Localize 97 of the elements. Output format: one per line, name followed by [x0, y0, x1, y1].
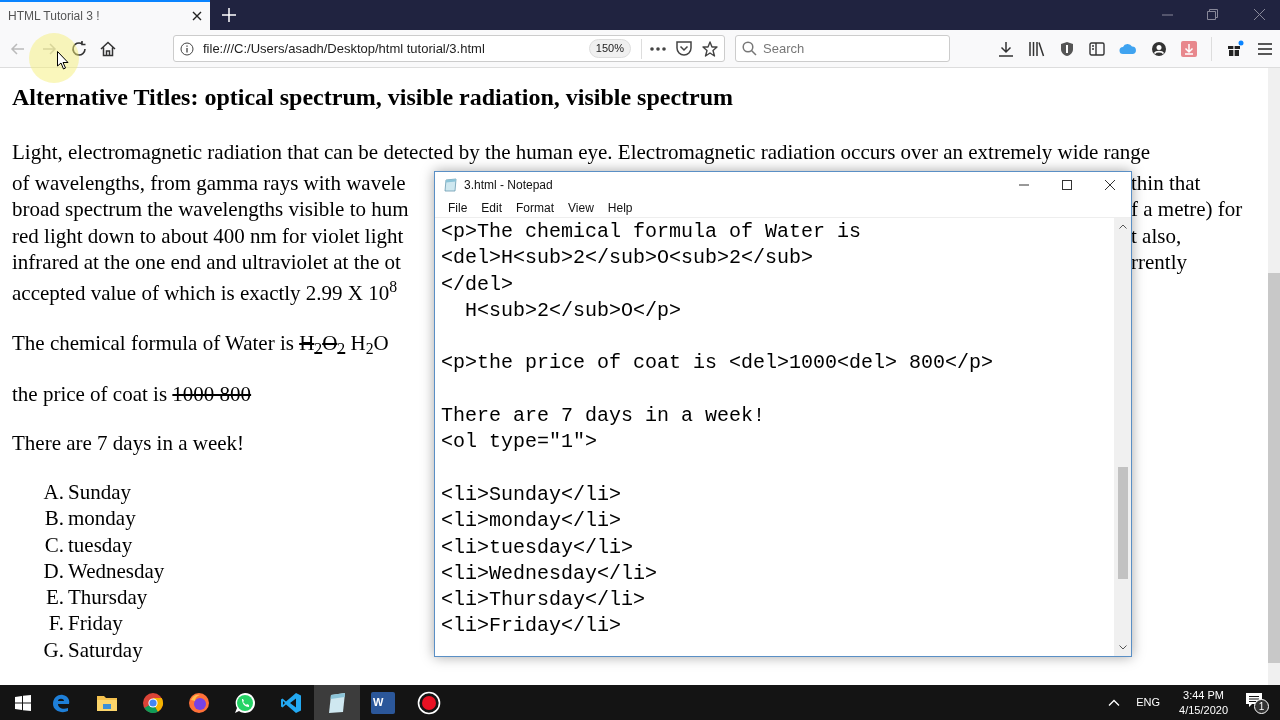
download-icon[interactable]	[998, 40, 1014, 57]
paragraph-text: accepted value of which is exactly 2.99 X 10$^{8}$	[12, 280, 398, 305]
library-icon[interactable]	[1028, 40, 1045, 57]
paragraph-text: of wavelengths, from gamma rays with wavele	[12, 170, 406, 195]
search-field[interactable]: Search	[763, 38, 933, 59]
clock[interactable]: 3:44 PM 4/15/2020	[1179, 687, 1228, 718]
days-text: There are 7 days in a week!	[12, 430, 245, 456]
menu-icon[interactable]	[1258, 42, 1272, 55]
paragraph-text: Light, electromagnetic radiation that can be detected by the human eye. Electromagnetic radiation occurs over an extremely wide range	[12, 140, 1151, 164]
taskbar-app[interactable]	[314, 685, 360, 720]
page-heading: Alternative Titles: optical spectrum, visible radiation, visible spectrum	[12, 83, 735, 112]
paragraph-text: broad spectrum the wavelengths visible to hum	[12, 197, 409, 221]
list-marker: C.	[43, 531, 64, 558]
page-scrollbar[interactable]	[1268, 68, 1280, 685]
list-item: Saturday	[68, 636, 143, 664]
code-line: <li>tuesday</li>	[441, 534, 634, 561]
paragraph-text: thin that	[1131, 169, 1201, 196]
code-line: There are 7 days in a week!	[441, 403, 766, 430]
code-line: <p>The chemical formula of Water is	[441, 219, 862, 245]
browser-icon	[188, 691, 210, 714]
chat-icon	[234, 691, 256, 714]
code-line: </del>	[441, 271, 513, 298]
code-editor-icon	[280, 691, 302, 714]
taskbar-app[interactable]: W	[360, 685, 406, 720]
scroll-thumb[interactable]	[1117, 467, 1128, 579]
list-item: tuesday	[68, 531, 133, 558]
browser-tab[interactable]: HTML Tutorial 3 !	[0, 0, 210, 30]
menu-item[interactable]: Edit	[474, 198, 510, 217]
browser-icon	[142, 691, 164, 714]
sidebar-icon[interactable]	[1089, 41, 1105, 56]
maximize-icon[interactable]	[1062, 180, 1072, 190]
account-icon[interactable]	[1151, 40, 1167, 57]
paragraph-text: t also,	[1131, 222, 1182, 249]
gift-icon[interactable]	[1226, 40, 1244, 57]
search-icon	[742, 41, 757, 56]
code-line: <li>Thursday</li>	[441, 587, 646, 614]
pocket-icon[interactable]	[676, 41, 692, 56]
notepad-icon	[326, 691, 348, 714]
code-line: <li>Wednesday</li>	[441, 560, 658, 587]
info-icon[interactable]	[180, 41, 194, 56]
scroll-down-icon[interactable]	[1118, 645, 1127, 650]
window-title: 3.html - Notepad	[464, 177, 553, 194]
paragraph-text: red light down to about 400 nm for violet light	[12, 223, 404, 248]
editor-scrollbar[interactable]	[1114, 218, 1131, 656]
menu-item[interactable]: View	[561, 198, 601, 217]
menu-item[interactable]: Help	[600, 198, 640, 217]
list-item: Sunday	[68, 479, 131, 506]
list-item: monday	[68, 505, 136, 532]
list-marker: D.	[42, 557, 64, 585]
scroll-thumb[interactable]	[1268, 273, 1280, 663]
language-indicator[interactable]: ENG	[1136, 694, 1161, 711]
code-line: <del>H<sub>2</sub>O<sub>2</sub>	[441, 245, 814, 272]
clock-date: 4/15/2020	[1179, 702, 1228, 718]
formula-text: The chemical formula of Water is H$_{2}$O$_{2}$ H$_{2}$O	[12, 330, 389, 356]
menu-item[interactable]: Format	[509, 198, 562, 217]
close-icon[interactable]	[192, 11, 202, 21]
paragraph-text: f a metre) for	[1131, 196, 1243, 223]
windows-start-icon[interactable]	[15, 694, 31, 711]
list-marker: F.	[47, 610, 64, 637]
cursor-highlight	[29, 33, 79, 83]
zoom-level[interactable]: 150%	[588, 39, 631, 58]
close-icon[interactable]	[1105, 180, 1115, 190]
code-line: <li>monday</li>	[441, 508, 622, 535]
shield-icon[interactable]	[1059, 40, 1075, 57]
code-line: H<sub>2</sub>O</p>	[464, 297, 682, 324]
cloud-icon[interactable]	[1119, 42, 1137, 55]
list-marker: G.	[42, 636, 64, 664]
more-icon[interactable]	[650, 46, 666, 51]
code-line: <ol type="1">	[441, 429, 598, 456]
new-tab-icon[interactable]	[222, 8, 236, 22]
address-bar[interactable]: file:///C:/Users/asadh/Desktop/html tutorial/3.html 150%	[173, 35, 725, 62]
code-line: <p>the price of coat is <del>1000<del> 800</p>	[441, 350, 994, 377]
record-icon	[417, 690, 441, 715]
list-item: Wednesday	[68, 557, 165, 585]
notepad-icon	[444, 178, 458, 192]
code-line: <li>Sunday</li>	[441, 481, 622, 508]
list-item: Thursday	[68, 584, 148, 611]
paragraph-text: rrently	[1131, 249, 1187, 276]
paragraph-text: infrared at the one end and ultraviolet at the ot	[12, 250, 401, 274]
code-line: <li>Friday</li>	[441, 613, 622, 640]
list-item: Friday	[68, 610, 123, 637]
scroll-up-icon[interactable]	[1118, 224, 1127, 229]
reload-icon[interactable]	[70, 39, 88, 58]
chevron-up-icon[interactable]	[1108, 699, 1121, 706]
list-marker: B.	[43, 505, 64, 532]
star-icon[interactable]	[702, 40, 718, 57]
menu-item[interactable]: File	[441, 198, 475, 217]
word-icon: W	[371, 691, 395, 714]
list-marker: A.	[42, 479, 64, 506]
tab-title: HTML Tutorial 3 !	[8, 8, 100, 25]
clock-time: 3:44 PM	[1183, 687, 1224, 703]
list-marker: E.	[44, 584, 64, 611]
url-text: file:///C:/Users/asadh/Desktop/html tutorial/3.html	[203, 39, 485, 58]
restore-icon[interactable]	[1207, 9, 1218, 20]
price-text: the price of coat is 1000 800	[12, 381, 252, 407]
search-bar[interactable]: Search	[735, 35, 950, 62]
home-icon[interactable]	[100, 40, 116, 57]
